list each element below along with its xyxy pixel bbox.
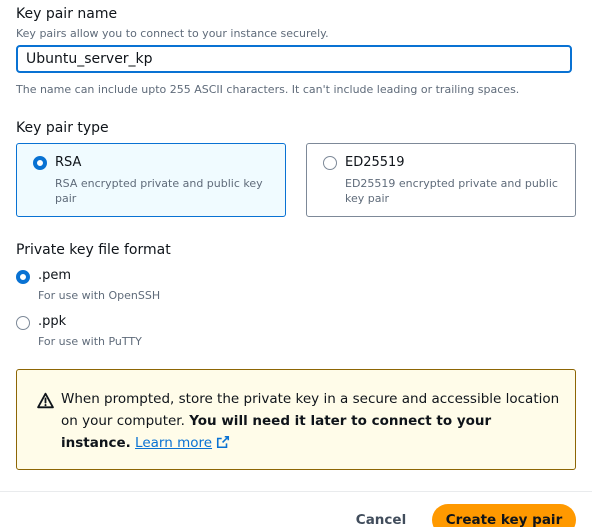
ed25519-description: ED25519 encrypted private and public key… (345, 177, 558, 205)
footer-divider (0, 491, 592, 492)
create-key-pair-form: Key pair name Key pairs allow you to con… (0, 0, 592, 527)
ppk-description: For use with PuTTY (38, 335, 142, 348)
external-link-icon[interactable] (216, 435, 230, 449)
alert-message: When prompted, store the private key in … (61, 388, 561, 454)
learn-more-link[interactable]: Learn more (135, 435, 230, 451)
rsa-title: RSA (55, 155, 82, 170)
ed25519-radio[interactable] (323, 156, 337, 170)
rsa-description: RSA encrypted private and public key pai… (55, 177, 263, 205)
private-key-format-label: Private key file format (16, 242, 171, 258)
rsa-radio[interactable] (33, 156, 47, 170)
ppk-title[interactable]: .ppk (38, 314, 66, 329)
cancel-button[interactable]: Cancel (346, 505, 416, 527)
warning-alert: When prompted, store the private key in … (16, 369, 576, 470)
ed25519-title: ED25519 (345, 155, 405, 170)
key-pair-name-constraint: The name can include upto 255 ASCII char… (16, 83, 520, 96)
key-pair-name-label: Key pair name (16, 6, 118, 22)
key-pair-name-description: Key pairs allow you to connect to your i… (16, 27, 329, 40)
key-pair-name-input[interactable] (16, 45, 572, 73)
key-pair-type-label: Key pair type (16, 120, 109, 136)
warning-icon (37, 392, 54, 409)
ppk-radio[interactable] (16, 316, 30, 330)
create-key-pair-button[interactable]: Create key pair (432, 504, 576, 527)
key-type-tile-ed25519[interactable]: ED25519 ED25519 encrypted private and pu… (306, 143, 576, 217)
key-type-tile-rsa[interactable]: RSA RSA encrypted private and public key… (16, 143, 286, 217)
learn-more-link-text[interactable]: Learn more (135, 435, 212, 451)
pem-title[interactable]: .pem (38, 268, 71, 283)
pem-description: For use with OpenSSH (38, 289, 161, 302)
pem-radio[interactable] (16, 270, 30, 284)
